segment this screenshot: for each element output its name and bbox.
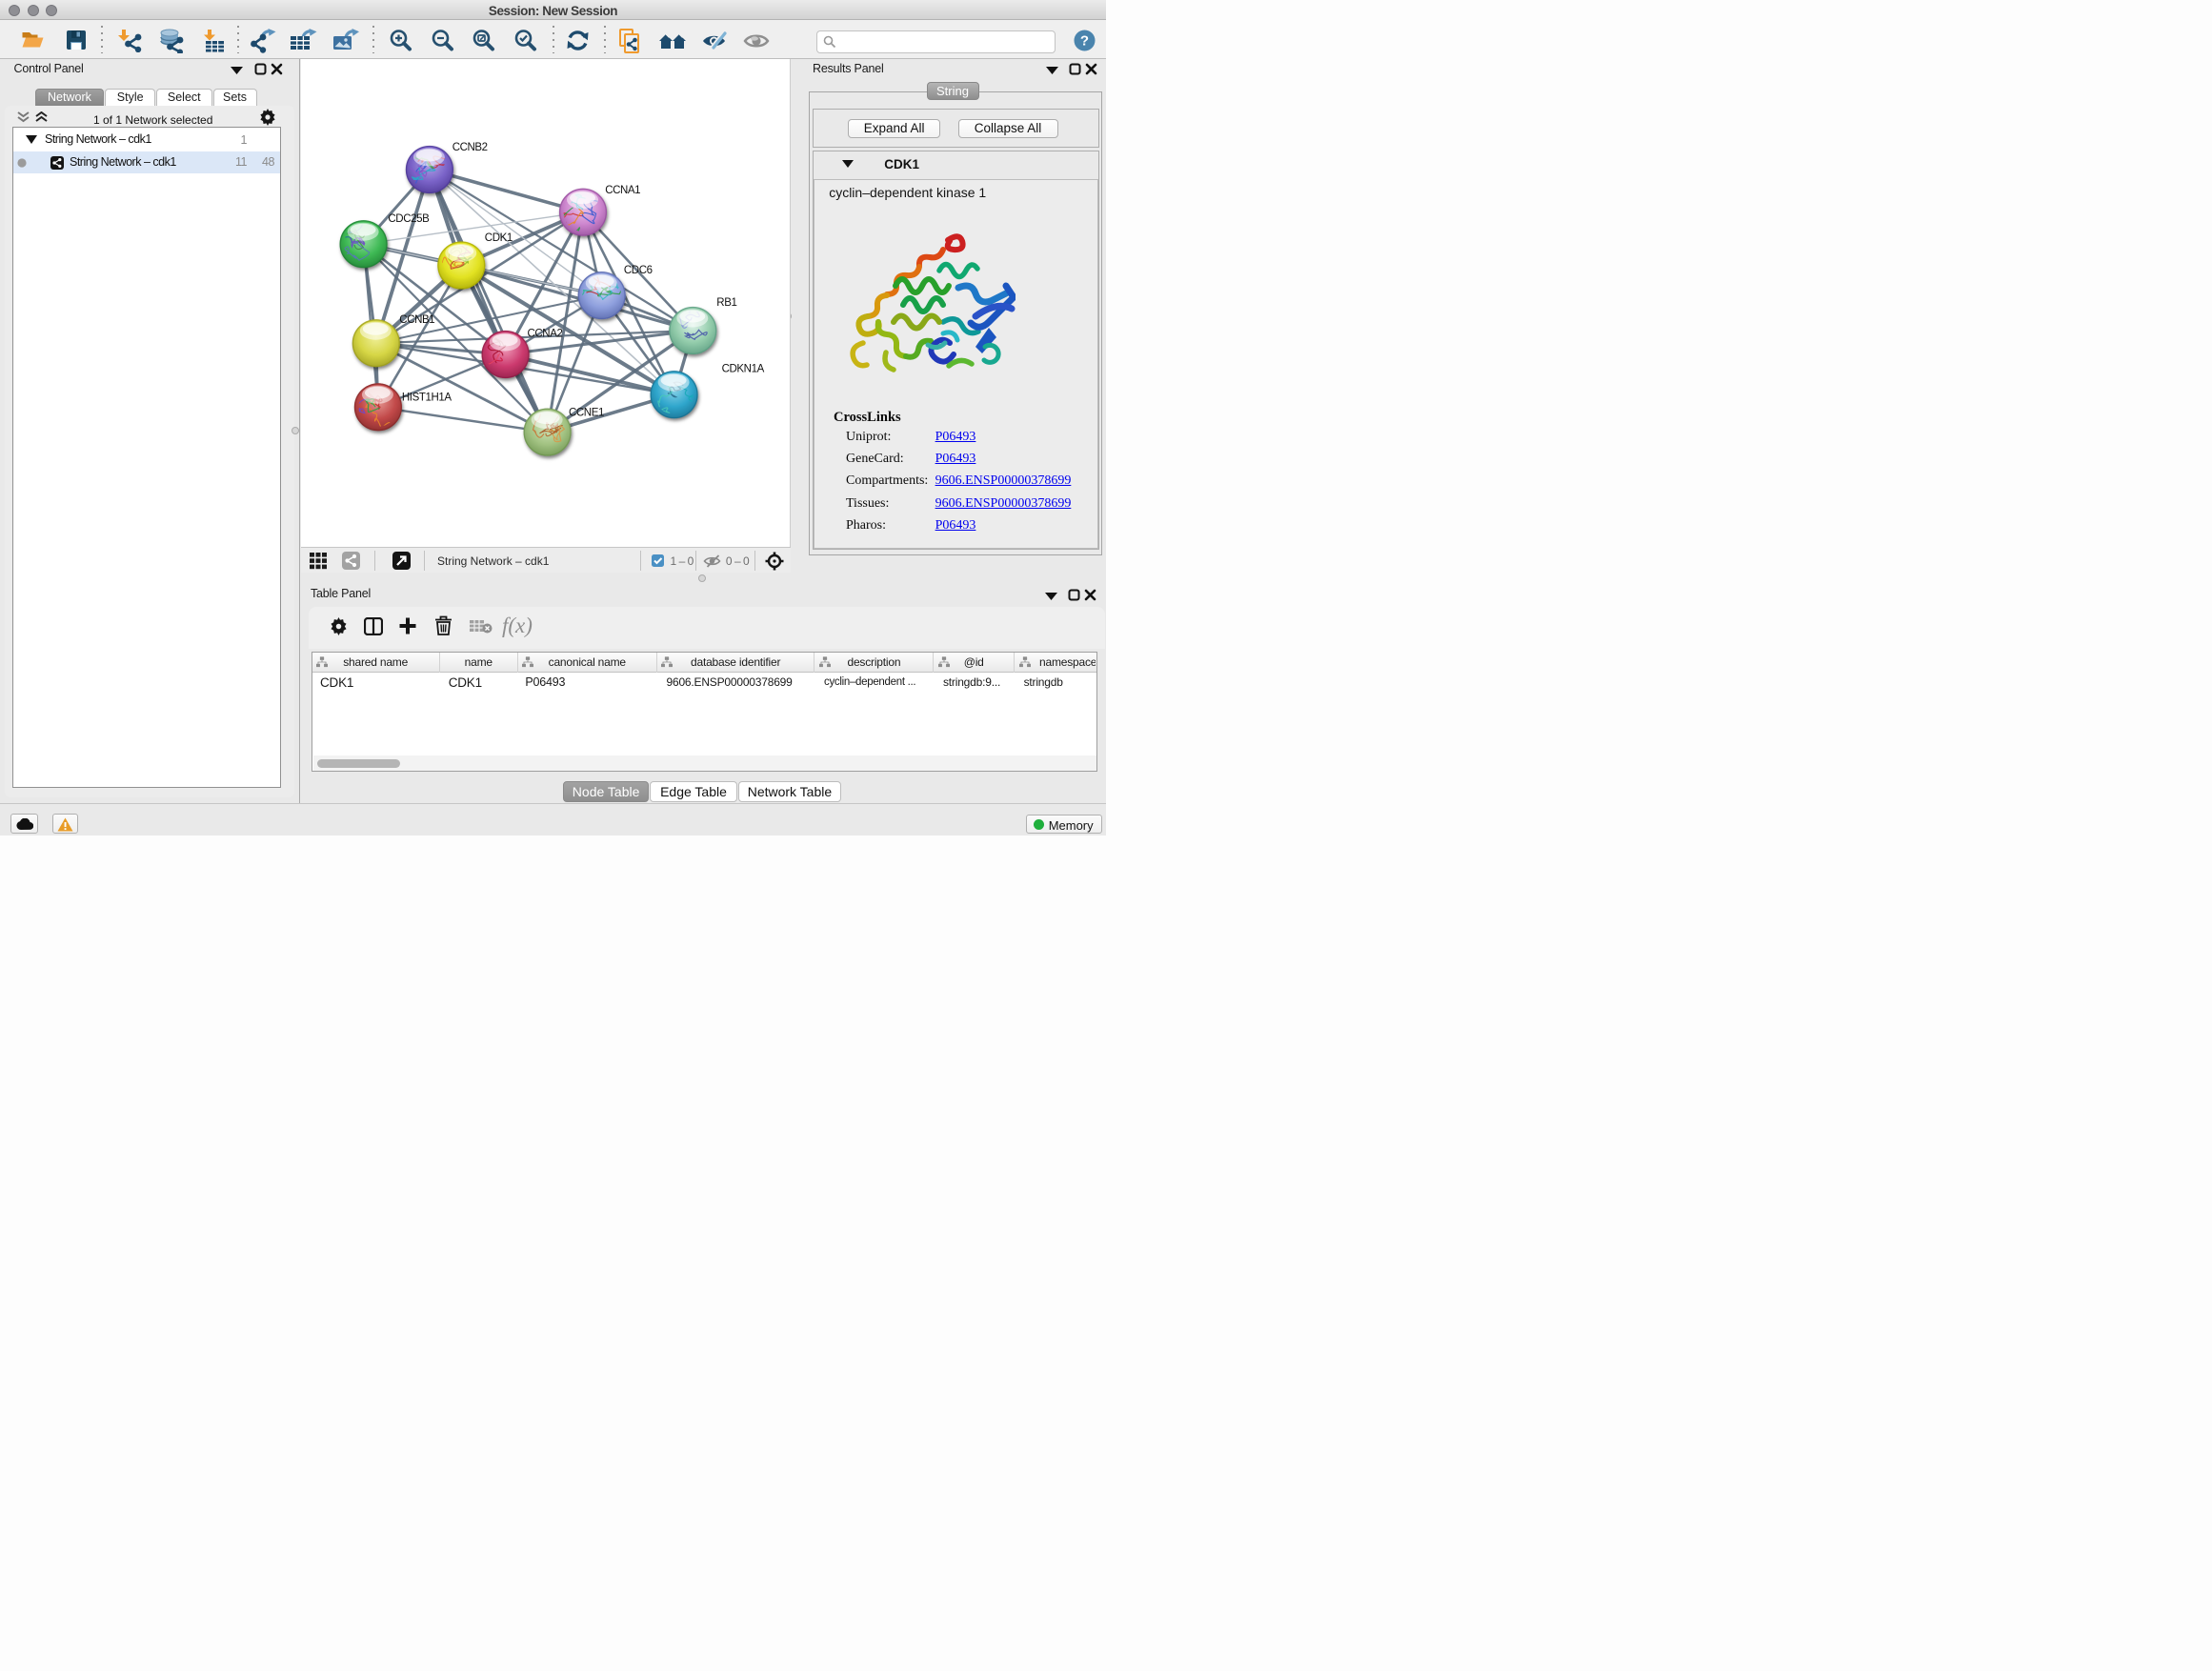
svg-text:CDKN1A: CDKN1A — [722, 364, 765, 375]
svg-text:CCNA2: CCNA2 — [528, 329, 563, 340]
svg-text:CCNA1: CCNA1 — [605, 185, 640, 196]
svg-text:CDC25B: CDC25B — [388, 213, 430, 225]
svg-text:?: ? — [1080, 33, 1089, 50]
svg-text:CDK1: CDK1 — [485, 232, 513, 244]
svg-text:CCNE1: CCNE1 — [569, 408, 604, 419]
svg-text:CCNB2: CCNB2 — [452, 142, 488, 153]
svg-text:CCNB1: CCNB1 — [399, 314, 434, 326]
svg-text:CDC6: CDC6 — [624, 265, 653, 276]
svg-text:RB1: RB1 — [716, 297, 736, 309]
svg-text:HIST1H1A: HIST1H1A — [402, 393, 452, 404]
